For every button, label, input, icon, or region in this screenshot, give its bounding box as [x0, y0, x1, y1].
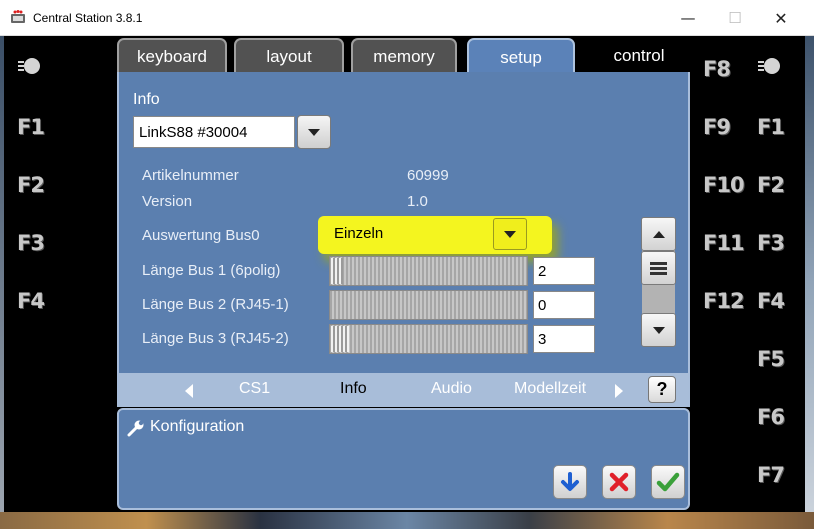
- slider-fill: [331, 258, 343, 284]
- chevron-down-icon: [308, 128, 320, 136]
- tab-layout[interactable]: layout: [234, 38, 344, 74]
- chevron-down-icon: [504, 230, 516, 238]
- bus1-length-slider[interactable]: [329, 256, 528, 286]
- app-icon: [11, 10, 25, 23]
- version-label: Version: [142, 193, 193, 210]
- fkey-outer-3[interactable]: F3: [757, 231, 785, 255]
- tab-setup[interactable]: setup: [467, 38, 575, 76]
- bus2-length-field[interactable]: 0: [533, 291, 595, 319]
- bus2-length-label: Länge Bus 2 (RJ45-1): [142, 296, 289, 313]
- fkey-left-4[interactable]: F4: [17, 289, 45, 313]
- artikelnummer-label: Artikelnummer: [142, 167, 239, 184]
- nav-item-info[interactable]: Info: [340, 380, 367, 398]
- fkey-outer-7[interactable]: F7: [757, 463, 785, 487]
- tab-memory[interactable]: memory: [351, 38, 457, 74]
- desktop-edge-right: [805, 36, 814, 529]
- maximize-button[interactable]: ☐: [712, 0, 758, 36]
- bus3-length-field[interactable]: 3: [533, 325, 595, 353]
- version-value: 1.0: [407, 193, 428, 210]
- nav-prev-icon[interactable]: [185, 384, 193, 398]
- window-titlebar: Central Station 3.8.1 — ☐ ✕: [0, 0, 814, 36]
- light-function-icon-left[interactable]: [18, 58, 40, 74]
- nav-item-cs1[interactable]: CS1: [239, 380, 270, 398]
- scroll-menu-button[interactable]: [641, 251, 676, 285]
- fkey-right-12[interactable]: F12: [703, 289, 745, 313]
- artikelnummer-value: 60999: [407, 167, 449, 184]
- minimize-button[interactable]: —: [665, 0, 711, 36]
- fkey-left-1[interactable]: F1: [17, 115, 45, 139]
- tab-keyboard[interactable]: keyboard: [117, 38, 227, 74]
- device-select[interactable]: LinkS88 #30004: [133, 116, 295, 148]
- cross-icon: [609, 472, 629, 492]
- fkey-outer-4[interactable]: F4: [757, 289, 785, 313]
- menu-icon: [650, 261, 667, 275]
- bus1-length-label: Länge Bus 1 (6polig): [142, 262, 281, 279]
- bus2-length-slider[interactable]: [329, 290, 528, 320]
- bus3-length-label: Länge Bus 3 (RJ45-2): [142, 330, 289, 347]
- scroll-up-button[interactable]: [641, 217, 676, 251]
- bus-eval-dropdown-button[interactable]: [493, 218, 527, 250]
- help-button[interactable]: ?: [648, 376, 676, 403]
- fkey-left-3[interactable]: F3: [17, 231, 45, 255]
- bus3-length-slider[interactable]: [329, 324, 528, 354]
- bus1-length-field[interactable]: 2: [533, 257, 595, 285]
- nav-next-icon[interactable]: [615, 384, 623, 398]
- desktop-background-strip: [0, 512, 814, 529]
- slider-fill: [331, 326, 349, 352]
- chevron-down-icon: [652, 326, 665, 334]
- maximize-icon: ☐: [728, 9, 742, 27]
- fkey-right-9[interactable]: F9: [703, 115, 731, 139]
- fkey-outer-6[interactable]: F6: [757, 405, 785, 429]
- minimize-icon: —: [680, 9, 696, 27]
- light-function-icon-right[interactable]: [758, 58, 780, 74]
- fkey-outer-2[interactable]: F2: [757, 173, 785, 197]
- bus-eval-label: Auswertung Bus0: [142, 227, 260, 244]
- fkey-right-8[interactable]: F8: [703, 57, 731, 81]
- window-title: Central Station 3.8.1: [33, 11, 143, 25]
- bus-eval-select[interactable]: Einzeln: [329, 218, 494, 250]
- checkmark-icon: [656, 472, 680, 492]
- wrench-icon: [127, 420, 144, 437]
- close-button[interactable]: ✕: [758, 0, 804, 36]
- fkey-outer-1[interactable]: F1: [757, 115, 785, 139]
- fkey-outer-5[interactable]: F5: [757, 347, 785, 371]
- desktop-edge-left: [0, 36, 4, 529]
- fkey-right-11[interactable]: F11: [703, 231, 745, 255]
- nav-item-modellzeit[interactable]: Modellzeit: [514, 380, 586, 398]
- tab-control[interactable]: control: [584, 38, 694, 74]
- fkey-right-10[interactable]: F10: [703, 173, 745, 197]
- fkey-left-2[interactable]: F2: [17, 173, 45, 197]
- chevron-up-icon: [652, 230, 665, 238]
- close-icon: ✕: [774, 8, 788, 28]
- confirm-button[interactable]: [651, 465, 685, 499]
- arrow-down-icon: [561, 472, 579, 491]
- download-button[interactable]: [553, 465, 587, 499]
- info-heading: Info: [133, 91, 160, 108]
- scroll-down-button[interactable]: [641, 313, 676, 347]
- cancel-button[interactable]: [602, 465, 636, 499]
- device-dropdown-button[interactable]: [297, 115, 331, 149]
- konfiguration-title: Konfiguration: [150, 418, 245, 435]
- nav-item-audio[interactable]: Audio: [431, 380, 472, 398]
- setup-navbar: [117, 373, 690, 407]
